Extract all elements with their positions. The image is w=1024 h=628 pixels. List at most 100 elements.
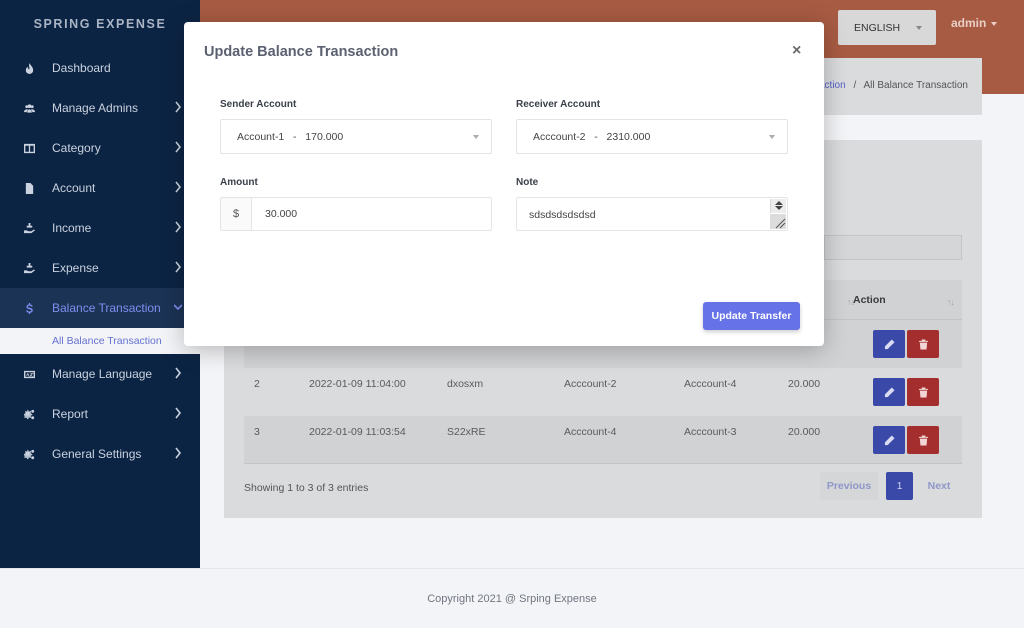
amount-input-group: $ 30.000 [220, 197, 492, 231]
table-search-input[interactable] [824, 235, 962, 260]
chevron-down-icon [173, 301, 183, 313]
caret-down-icon [769, 135, 775, 139]
user-menu[interactable]: admin [951, 16, 998, 30]
sidebar-item-label: Category [52, 141, 101, 155]
cogs-icon [22, 407, 36, 421]
brand-logo[interactable]: SPRING EXPENSE [0, 0, 200, 48]
currency-prefix: $ [221, 198, 252, 230]
receiver-account-value: Acccount-2 - 2310.000 [533, 130, 651, 143]
amount-input[interactable]: 30.000 [252, 198, 297, 230]
sender-account-select[interactable]: Account-1 - 170.000 [220, 119, 492, 154]
receiver-account-label: Receiver Account [516, 99, 601, 110]
sidebar-item-label: Account [52, 181, 96, 195]
delete-button[interactable] [907, 426, 939, 454]
hand-holding-icon [22, 221, 36, 235]
pencil-icon [884, 338, 895, 349]
chevron-right-icon [174, 367, 182, 379]
sidebar-item-label: Balance Transaction [52, 301, 161, 315]
delete-button[interactable] [907, 330, 939, 358]
sidebar-item-general-settings[interactable]: General Settings [0, 434, 200, 474]
receiver-account-select[interactable]: Acccount-2 - 2310.000 [516, 119, 788, 154]
cell-id: 3 [254, 426, 260, 438]
sender-account-value: Account-1 - 170.000 [237, 130, 344, 143]
sidebar-item-label: Dashboard [52, 61, 111, 75]
trash-icon [918, 386, 928, 398]
caret-down-icon [916, 26, 922, 30]
trash-icon [918, 338, 928, 350]
pagination-next[interactable]: Next [918, 472, 960, 500]
note-textarea[interactable]: sdsdsdsdsdsd [516, 197, 788, 231]
sidebar-item-label: Report [52, 407, 89, 421]
pencil-icon [884, 434, 895, 445]
language-dropdown[interactable]: ENGLISH [838, 10, 936, 45]
cell-amount: 20.000 [788, 426, 821, 438]
edit-button[interactable] [873, 378, 905, 406]
cell-ref: dxosxm [447, 378, 484, 390]
pagination-page-1[interactable]: 1 [886, 472, 913, 500]
cell-from-account: Acccount-2 [564, 378, 617, 390]
cell-to-account: Acccount-4 [684, 378, 737, 390]
cell-ref: S22xRE [447, 426, 486, 438]
modal-title: Update Balance Transaction [204, 44, 399, 60]
language-icon [22, 367, 36, 381]
sidebar-subitem-all-balance-transaction[interactable]: All Balance Transaction [0, 328, 200, 354]
sidebar-item-label: Manage Admins [52, 101, 139, 115]
breadcrumb-separator: / [853, 80, 857, 91]
chevron-right-icon [174, 261, 182, 273]
sidebar-item-report[interactable]: Report [0, 394, 200, 434]
breadcrumb: action / All Balance Transaction [819, 80, 968, 91]
sidebar-item-income[interactable]: Income [0, 208, 200, 248]
sidebar-item-category[interactable]: Category [0, 128, 200, 168]
amount-label: Amount [220, 177, 258, 188]
cell-amount: 20.000 [788, 378, 821, 390]
delete-button[interactable] [907, 378, 939, 406]
sidebar-item-account[interactable]: Account [0, 168, 200, 208]
sidebar-item-label: General Settings [52, 447, 142, 461]
caret-down-icon [991, 21, 998, 26]
hand-holding-icon [22, 261, 36, 275]
note-value: sdsdsdsdsdsd [529, 209, 596, 221]
cell-id: 2 [254, 378, 260, 390]
chevron-right-icon [174, 181, 182, 193]
sidebar-item-label: Manage Language [52, 367, 153, 381]
chevron-right-icon [174, 141, 182, 153]
chevron-right-icon [174, 221, 182, 233]
columns-icon [22, 141, 36, 155]
fire-icon [22, 61, 36, 75]
update-balance-modal: Update Balance Transaction × Sender Acco… [184, 22, 824, 346]
close-icon[interactable]: × [792, 42, 801, 60]
table-row: 2 2022-01-09 11:04:00 dxosxm Acccount-2 … [244, 368, 962, 416]
sidebar: SPRING EXPENSE Dashboard Manage Admins C… [0, 0, 200, 568]
sidebar-item-manage-language[interactable]: Manage Language [0, 354, 200, 394]
table-row: 3 2022-01-09 11:03:54 S22xRE Acccount-4 … [244, 416, 962, 464]
sidebar-item-dashboard[interactable]: Dashboard [0, 48, 200, 88]
note-label: Note [516, 177, 539, 188]
caret-down-icon [473, 135, 479, 139]
update-transfer-button[interactable]: Update Transfer [703, 302, 800, 330]
column-header-action[interactable]: Action [853, 294, 886, 306]
chevron-right-icon [174, 101, 182, 113]
sidebar-nav: Dashboard Manage Admins Category Account… [0, 48, 200, 474]
pencil-icon [884, 386, 895, 397]
breadcrumb-current: All Balance Transaction [863, 80, 968, 91]
cogs-icon [22, 447, 36, 461]
sidebar-item-expense[interactable]: Expense [0, 248, 200, 288]
sidebar-item-balance-transaction[interactable]: Balance Transaction [0, 288, 200, 328]
cell-date: 2022-01-09 11:04:00 [309, 378, 406, 390]
edit-button[interactable] [873, 426, 905, 454]
sidebar-item-label: Income [52, 221, 92, 235]
cell-date: 2022-01-09 11:03:54 [309, 426, 406, 438]
sort-icon[interactable]: ↑↓ [947, 297, 955, 307]
sidebar-item-manage-admins[interactable]: Manage Admins [0, 88, 200, 128]
sidebar-item-label: Expense [52, 261, 99, 275]
chevron-right-icon [174, 447, 182, 459]
copyright-text: Copyright 2021 @ Srping Expense [427, 593, 597, 605]
dollar-icon [22, 301, 36, 315]
trash-icon [918, 434, 928, 446]
resize-handle-icon[interactable] [770, 214, 786, 229]
spinner-icon[interactable] [770, 199, 786, 213]
edit-button[interactable] [873, 330, 905, 358]
users-icon [22, 101, 36, 115]
cell-to-account: Acccount-3 [684, 426, 737, 438]
pagination-previous[interactable]: Previous [820, 472, 878, 500]
